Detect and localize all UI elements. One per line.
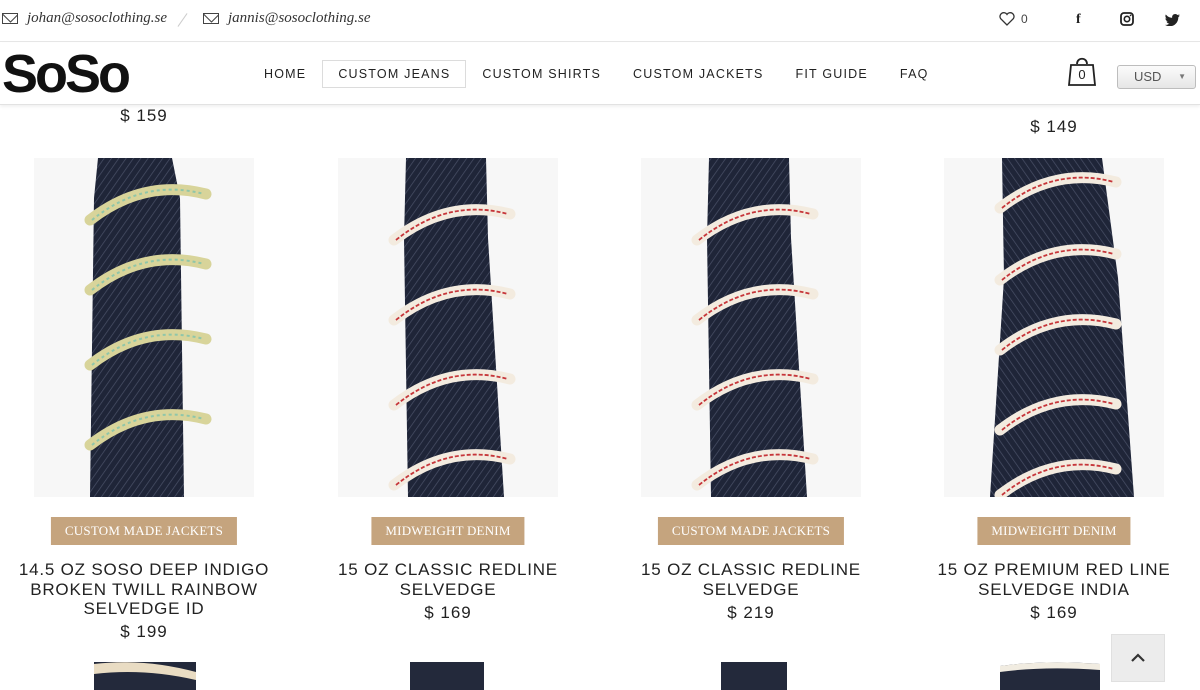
nav-faq[interactable]: FAQ (884, 60, 945, 88)
envelope-icon (2, 13, 18, 24)
product-price: $ 159 (120, 106, 168, 125)
divider (177, 13, 188, 27)
shopping-bag-icon[interactable]: 0 (1068, 53, 1096, 87)
product-image[interactable] (298, 158, 598, 497)
product-title-line: SELVEDGE ID (83, 599, 205, 618)
product-title-line: 15 OZ CLASSIC REDLINE (641, 560, 861, 579)
product-image[interactable] (601, 662, 901, 690)
nav-fit-guide[interactable]: FIT GUIDE (780, 60, 884, 88)
product-image[interactable] (298, 662, 598, 690)
product-title-line: BROKEN TWILL RAINBOW (30, 579, 258, 599)
product-title[interactable]: 15 OZ CLASSIC REDLINE SELVEDGE (298, 560, 598, 599)
main-nav: HOME CUSTOM JEANS CUSTOM SHIRTS CUSTOM J… (248, 60, 945, 88)
heart-icon (999, 12, 1015, 26)
email-jannis[interactable]: jannis@sosoclothing.se (228, 10, 371, 27)
product-price: $ 169 (1030, 603, 1078, 622)
product-price: $ 219 (727, 603, 775, 622)
main-header: SoSo HOME CUSTOM JEANS CUSTOM SHIRTS CUS… (0, 43, 1200, 105)
product-title-line: SELVEDGE (399, 579, 497, 599)
category-tag[interactable]: CUSTOM MADE JACKETS (657, 517, 845, 545)
product-price: $ 169 (424, 603, 472, 622)
nav-custom-jeans[interactable]: CUSTOM JEANS (322, 60, 467, 88)
product-price: $ 199 (120, 622, 168, 641)
product-title-line: 15 OZ CLASSIC REDLINE (338, 560, 558, 579)
email-contact-jannis[interactable]: jannis@sosoclothing.se (203, 10, 371, 27)
nav-custom-shirts[interactable]: CUSTOM SHIRTS (466, 60, 617, 88)
currency-select[interactable]: USD ▼ (1117, 65, 1196, 89)
top-contact-bar: johan@sosoclothing.se jannis@sosoclothin… (0, 0, 1200, 42)
email-contact-johan[interactable]: johan@sosoclothing.se (2, 10, 167, 27)
envelope-icon (203, 13, 219, 24)
site-logo[interactable]: SoSo (2, 43, 131, 105)
cart-count: 0 (1078, 67, 1086, 82)
product-title-line: SELVEDGE INDIA (978, 579, 1130, 599)
twitter-icon[interactable] (1165, 13, 1180, 29)
category-tag[interactable]: MIDWEIGHT DENIM (977, 517, 1131, 545)
product-title[interactable]: 15 OZ PREMIUM RED LINE SELVEDGE INDIA (904, 560, 1200, 599)
category-tag[interactable]: MIDWEIGHT DENIM (371, 517, 525, 545)
wishlist-link[interactable]: 0 (999, 12, 1028, 26)
wishlist-count: 0 (1021, 12, 1028, 26)
product-title[interactable]: 14.5 OZ SOSO DEEP INDIGO BROKEN TWILL RA… (0, 560, 294, 619)
product-image[interactable] (0, 662, 294, 690)
chevron-down-icon: ▼ (1178, 72, 1186, 81)
scroll-to-top-button[interactable] (1111, 634, 1165, 682)
product-image[interactable] (0, 158, 294, 497)
chevron-up-icon (1131, 653, 1145, 662)
product-title[interactable]: 15 OZ CLASSIC REDLINE SELVEDGE (601, 560, 901, 599)
product-title-line: SELVEDGE (702, 579, 800, 599)
nav-custom-jackets[interactable]: CUSTOM JACKETS (617, 60, 779, 88)
product-price: $ 149 (1030, 117, 1078, 136)
currency-value: USD (1134, 69, 1162, 84)
facebook-icon[interactable]: f (1076, 12, 1081, 28)
instagram-icon[interactable] (1120, 12, 1134, 29)
nav-home[interactable]: HOME (248, 60, 322, 88)
email-johan[interactable]: johan@sosoclothing.se (27, 10, 167, 27)
product-title-line: 15 OZ PREMIUM RED LINE (937, 560, 1171, 579)
category-tag[interactable]: CUSTOM MADE JACKETS (50, 517, 238, 545)
product-title-line: 14.5 OZ SOSO DEEP INDIGO (18, 560, 270, 579)
product-image[interactable] (904, 158, 1200, 497)
product-image[interactable] (601, 158, 901, 497)
